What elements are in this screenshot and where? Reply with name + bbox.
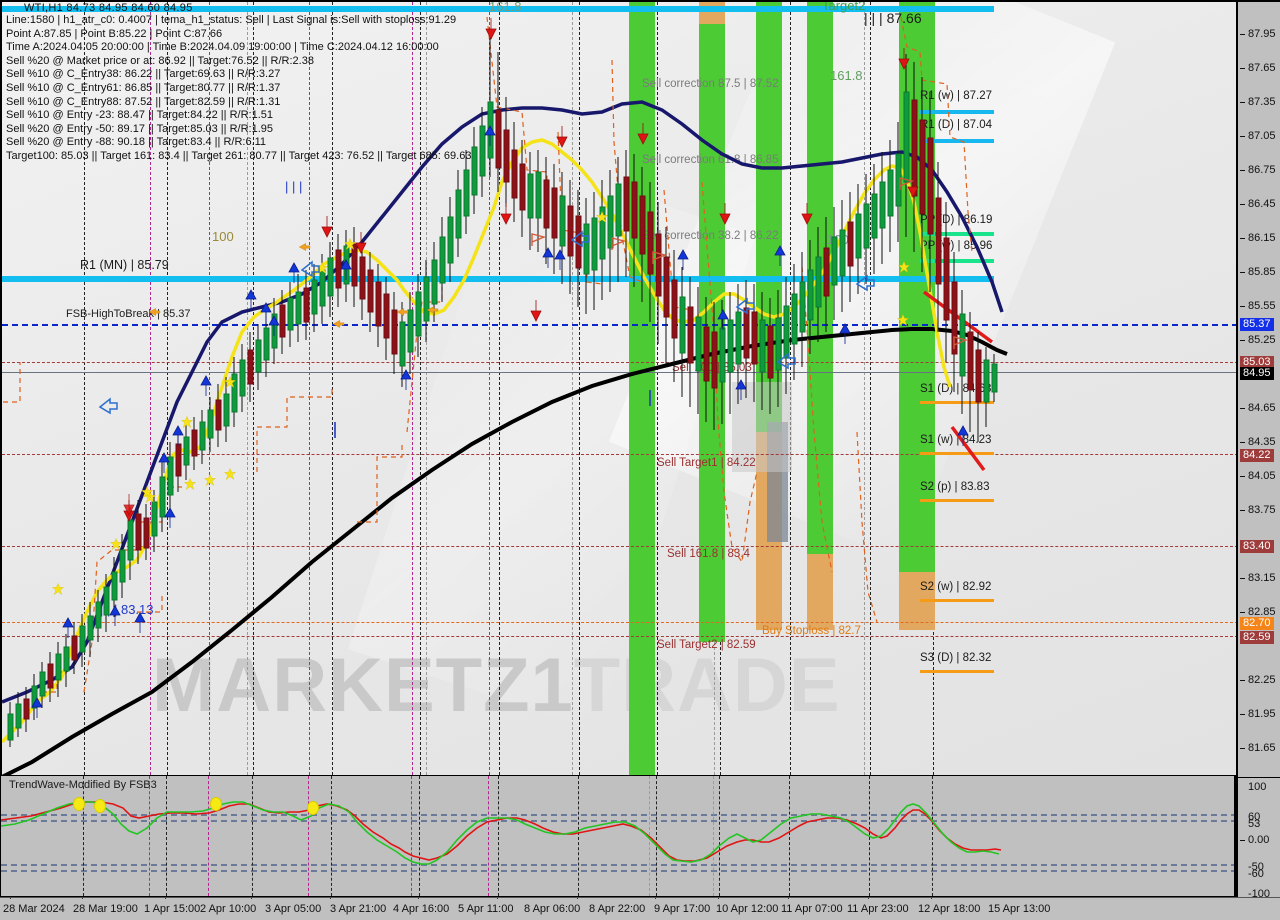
x-tick-label: 10 Apr 12:00 [716, 903, 779, 915]
indicator-axis: 100 60 53 0.00 -50 -60 -100 [1238, 777, 1280, 897]
ind-scale-label: 100 [1248, 781, 1267, 793]
ind-scale-label: -100 [1248, 888, 1271, 897]
indicator-line-green [1, 801, 1000, 865]
y-tick-label: 87.95 [1248, 28, 1276, 40]
x-tick-label: 5 Apr 11:00 [458, 903, 514, 915]
y-tick-label: 87.35 [1248, 96, 1276, 108]
x-tick-label: 11 Apr 23:00 [847, 903, 909, 915]
y-tick-label: 85.85 [1248, 266, 1276, 278]
y-tick-label: 85.25 [1248, 334, 1276, 346]
candle-bodies [7, 91, 998, 741]
y-badge-1618: 83.40 [1240, 540, 1274, 553]
y-badge-target1: 84.22 [1240, 449, 1274, 462]
y-tick-label: 87.05 [1248, 130, 1276, 142]
y-tick-label: 83.15 [1248, 572, 1276, 584]
y-tick-label: 86.75 [1248, 164, 1276, 176]
info-line: Sell %20 @ Market price or at: 86.92 || … [6, 54, 314, 67]
info-line: Line:1580 | h1_atr_c0: 0.4007 | tema_h1_… [6, 14, 457, 26]
indicator-line-red [1, 801, 1002, 862]
x-tick-label: 4 Apr 16:00 [393, 903, 450, 915]
y-tick-label: 85.55 [1248, 300, 1276, 312]
trading-chart-window: MARKETZ1TRADE Target2 | | | 87.66 R1 (w)… [0, 0, 1280, 920]
price-axis[interactable]: 87.95 87.65 87.35 87.05 86.75 86.45 86.1… [1236, 0, 1280, 897]
y-tick-label: 84.05 [1248, 470, 1276, 482]
ma-black-line [2, 327, 1008, 775]
trendline-red-2 [950, 425, 986, 472]
y-badge-fsb: 85.37 [1240, 318, 1274, 331]
ind-scale-label: 0.00 [1248, 834, 1270, 846]
y-tick-label: 84.65 [1248, 402, 1276, 414]
x-tick-label: 15 Apr 13:00 [988, 903, 1051, 915]
signal-dot-marker [73, 797, 85, 811]
info-line: Sell %20 @ Entry -50: 89.17 || Target:85… [6, 122, 273, 135]
x-tick-label: 28 Mar 19:00 [73, 903, 138, 915]
y-badge-target2: 82.59 [1240, 631, 1274, 644]
chart-header-info: WTI,H1 84.73 84.95 84.60 84.95 Line:1580… [6, 2, 471, 164]
ma-navy-line [2, 100, 1004, 704]
x-tick-label: 1 Apr 15:00 [144, 903, 201, 915]
x-tick-label: 9 Apr 17:00 [654, 903, 711, 915]
y-tick-label: 86.45 [1248, 198, 1276, 210]
x-tick-label: 3 Apr 05:00 [265, 903, 322, 915]
ind-scale-label: 53 [1248, 818, 1261, 830]
y-tick-label: 87.65 [1248, 62, 1276, 74]
y-tick-label: 81.65 [1248, 742, 1276, 754]
indicator-svg [1, 801, 1002, 865]
y-tick-label: 83.75 [1248, 504, 1276, 516]
info-line: Point A:87.85 | Point B:85.22 | Point C:… [6, 27, 223, 40]
y-tick-label: 86.15 [1248, 232, 1276, 244]
info-line: Sell %10 @ C_Entry88: 87.52 || Target:82… [6, 95, 281, 108]
signal-dot-marker [307, 801, 319, 815]
info-line: Sell %10 @ C_Entry38: 86.22 || Target:69… [6, 68, 281, 81]
x-tick-label: 2 Apr 10:00 [200, 903, 257, 915]
info-line: Time A:2024.04.05 20:00:00 | Time B:2024… [6, 41, 439, 54]
star-marker-icon-group [52, 211, 910, 595]
info-line: Target100: 85.03 || Target 161: 83.4 || … [6, 149, 472, 162]
x-tick-label: 3 Apr 21:00 [330, 903, 387, 915]
buy-arrow-icon-group [31, 125, 969, 718]
y-tick-label: 82.25 [1248, 674, 1276, 686]
indicator-pane[interactable]: TrendWave-Modified By FSB3 [0, 775, 1236, 897]
x-tick-label: 8 Apr 06:00 [524, 903, 581, 915]
y-badge-current: 84.95 [1240, 367, 1274, 380]
time-axis[interactable]: 28 Mar 2024 28 Mar 19:00 1 Apr 15:00 2 A… [0, 897, 1280, 920]
info-line: Sell %20 @ Entry -88: 90.18 || Target:83… [6, 136, 267, 149]
symbol-ohlc-line: WTI,H1 84.73 84.95 84.60 84.95 [24, 2, 193, 14]
x-tick-label: 8 Apr 22:00 [589, 903, 646, 915]
x-tick-label: 12 Apr 18:00 [918, 903, 981, 915]
y-tick-label: 84.35 [1248, 436, 1276, 448]
signal-dot-marker [94, 799, 106, 813]
info-line: Sell %10 @ Entry -23: 88.47 || Target:84… [6, 109, 273, 122]
x-tick-label: 28 Mar 2024 [3, 903, 65, 915]
y-tick-label: 81.95 [1248, 708, 1276, 720]
y-badge-stoploss: 82.70 [1240, 617, 1274, 630]
x-tick-label: 11 Apr 07:00 [781, 903, 843, 915]
signal-dot-marker [210, 797, 222, 811]
ind-scale-label: -60 [1248, 868, 1264, 880]
hollow-arrow-icon-group [98, 230, 875, 415]
info-line: Sell %10 @ C_Entry61: 86.85 || Target:80… [6, 81, 281, 94]
